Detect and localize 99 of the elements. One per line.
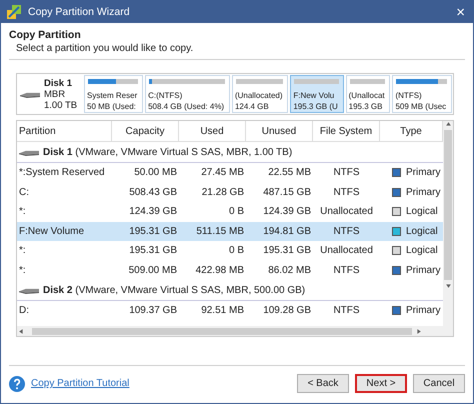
table-row[interactable]: D: 109.37 GB 92.51 MB 109.28 GB NTFS Primary	[17, 301, 443, 320]
partition-label: (NTFS)	[395, 90, 423, 101]
column-header[interactable]: Partition	[17, 121, 112, 141]
column-header[interactable]: Capacity	[112, 121, 179, 141]
table-row[interactable]: C: 508.43 GB 21.28 GB 487.15 GB NTFS Primary	[17, 182, 443, 202]
partition-block[interactable]: (Unallocated) 124.4 GB	[232, 75, 288, 113]
partition-label: F:New Volu	[293, 90, 336, 101]
table-cell: 109.28 GB	[263, 305, 311, 316]
window-title: Copy Partition Wizard	[28, 6, 130, 18]
vertical-scrollbar[interactable]	[443, 121, 453, 336]
table-cell: NTFS	[333, 186, 360, 198]
drive-icon	[19, 148, 39, 156]
table-cell: Logical	[406, 226, 438, 237]
partition-block[interactable]: (Unallocat 195.3 GB	[346, 75, 390, 113]
partition-detail: 50 MB (Used:	[87, 101, 137, 112]
table-cell: Unallocated	[320, 206, 373, 218]
disk-name: Disk 1	[44, 78, 73, 88]
usage-bar	[236, 79, 284, 84]
scroll-up-icon[interactable]	[444, 121, 452, 128]
table-cell: 124.39 GB	[129, 206, 177, 218]
table-cell: 194.81 GB	[263, 226, 311, 237]
wizard-button[interactable]: Next >	[355, 374, 407, 393]
partition-detail: 195.3 GB (U	[293, 101, 339, 112]
table-cell: *:	[19, 245, 26, 256]
page-title: Copy Partition	[9, 29, 82, 41]
column-header[interactable]: Unused	[246, 121, 313, 141]
table-cell: NTFS	[333, 167, 360, 178]
table-cell: 0 B	[228, 206, 244, 218]
disk-heading: Disk 1 (VMware, VMware Virtual S SAS, MBR, 1.00 TB)	[43, 146, 292, 158]
table-cell: 508.43 GB	[129, 186, 177, 198]
table-row[interactable]: *: 509.00 MB 422.98 MB 86.02 MB NTFS Primary	[17, 260, 443, 280]
partition-label: System Reser	[87, 90, 138, 101]
table-cell: 0 B	[228, 245, 244, 256]
table-cell: *:System Reserved	[19, 167, 105, 178]
partition-detail: 509 MB (Usec	[395, 101, 448, 112]
scroll-right-icon[interactable]	[415, 328, 422, 334]
partition-block[interactable]: C:(NTFS) 508.4 GB (Used: 4%)	[145, 75, 230, 113]
table-cell: Primary	[406, 305, 440, 316]
table-cell: C:	[19, 186, 29, 198]
table-cell: Logical	[406, 206, 438, 218]
table-cell: 511.15 MB	[196, 226, 244, 237]
table-cell: Primary	[406, 167, 440, 178]
page-subtitle: Select a partition you would like to copy.	[15, 43, 194, 54]
table-cell: NTFS	[333, 305, 360, 316]
table-row[interactable]: *:System Reserved 50.00 MB 27.45 MB 22.55 MB NTFS Primary	[17, 163, 443, 182]
app-icon	[6, 4, 22, 20]
help-icon[interactable]	[9, 376, 25, 392]
partition-block[interactable]: (NTFS) 509 MB (Usec	[392, 75, 452, 113]
partition-block[interactable]: F:New Volu 195.3 GB (U	[290, 75, 344, 113]
table-cell: 86.02 MB	[268, 264, 311, 276]
tutorial-link[interactable]: Copy Partition Tutorial	[31, 378, 130, 389]
disk-size: 1.00 TB	[44, 100, 78, 110]
table-cell: *:	[19, 264, 26, 276]
wizard-button[interactable]: < Back	[297, 374, 349, 393]
table-cell: 92.51 MB	[201, 305, 244, 316]
disk-heading: Disk 2 (VMware, VMware Virtual S SAS, MBR, 500.00 GB)	[43, 284, 306, 296]
partition-detail: 508.4 GB (Used: 4%)	[148, 101, 226, 112]
partition-label: (Unallocat	[348, 90, 386, 101]
usage-bar	[350, 79, 386, 84]
table-cell: *:	[19, 206, 26, 218]
table-row[interactable]: *: 195.31 GB 0 B 195.31 GB Unallocated Logical	[17, 241, 443, 260]
partition-label: (Unallocated)	[234, 90, 284, 101]
table-cell: Logical	[406, 245, 438, 256]
table-cell: 195.31 GB	[263, 245, 311, 256]
table-cell: 27.45 MB	[201, 167, 244, 178]
table-cell: 487.15 GB	[263, 186, 311, 198]
partition-detail: 195.3 GB	[348, 101, 384, 112]
column-header[interactable]: Used	[179, 121, 246, 141]
wizard-button[interactable]: Cancel	[413, 374, 465, 393]
drive-icon	[19, 286, 39, 294]
table-cell: Unallocated	[320, 245, 373, 256]
usage-bar	[294, 79, 339, 84]
scroll-left-icon[interactable]	[18, 328, 25, 334]
partition-label: C:(NTFS)	[148, 90, 184, 101]
table-cell: Primary	[406, 264, 440, 276]
table-cell: 22.55 MB	[268, 167, 311, 178]
table-cell: NTFS	[333, 226, 360, 237]
table-cell: 195.31 GB	[129, 226, 177, 237]
horizontal-scrollbar[interactable]	[17, 326, 443, 336]
column-header[interactable]: File System	[313, 121, 380, 141]
table-cell: 21.28 GB	[202, 186, 244, 198]
table-cell: 50.00 MB	[134, 167, 177, 178]
table-cell: 109.37 GB	[129, 305, 177, 316]
drive-icon	[20, 90, 40, 98]
partition-detail: 124.4 GB	[234, 101, 270, 112]
table-row[interactable]: *: 124.39 GB 0 B 124.39 GB Unallocated Logical	[17, 202, 443, 222]
table-cell: D:	[19, 305, 29, 316]
scroll-down-icon[interactable]	[444, 282, 452, 289]
table-cell: Primary	[406, 186, 440, 198]
close-button[interactable]: ×	[448, 4, 473, 20]
table-cell: 195.31 GB	[129, 245, 177, 256]
table-cell: 124.39 GB	[263, 206, 311, 218]
partition-block[interactable]: System Reser 50 MB (Used:	[84, 75, 144, 113]
table-cell: 422.98 MB	[196, 264, 244, 276]
table-cell: NTFS	[333, 264, 360, 276]
table-cell: F:New Volume	[19, 226, 84, 237]
table-cell: 509.00 MB	[128, 264, 177, 276]
table-row[interactable]: F:New Volume 195.31 GB 511.15 MB 194.81 GB NTFS Logical	[17, 222, 443, 241]
disk-style: MBR	[44, 88, 66, 100]
